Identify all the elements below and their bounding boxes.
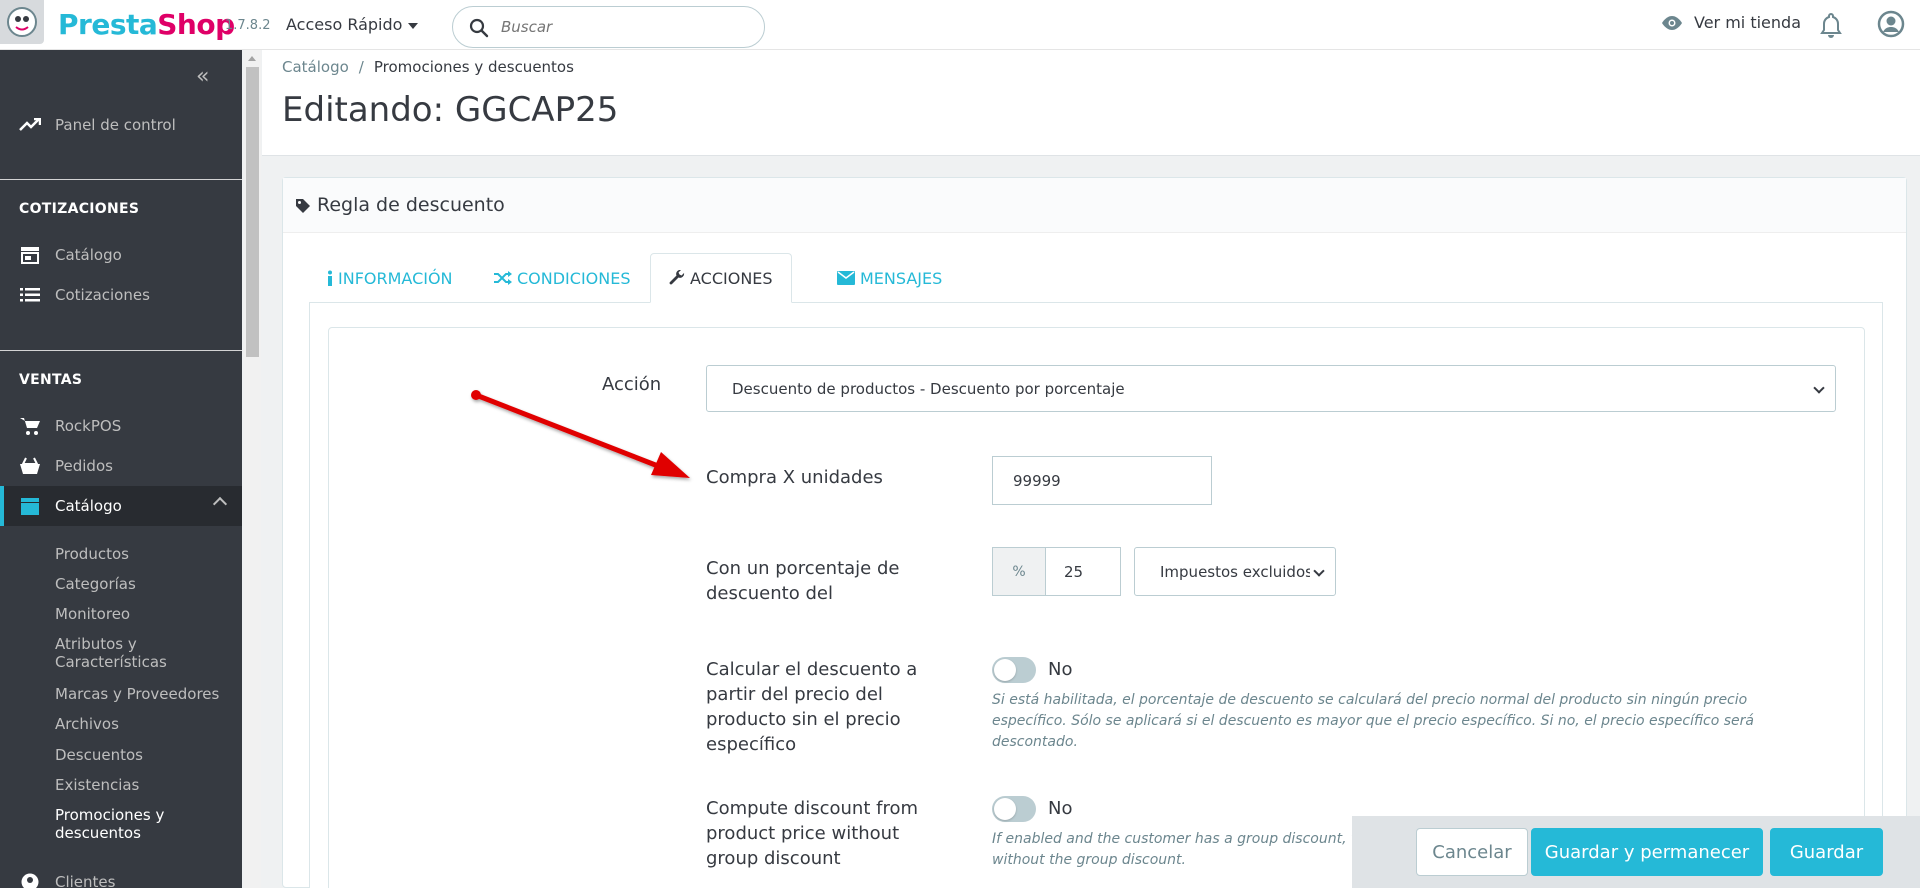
basket-icon	[19, 455, 41, 477]
quick-access-dropdown[interactable]: Acceso Rápido	[286, 15, 419, 34]
breadcrumb: Catálogo / Promociones y descuentos	[282, 58, 574, 76]
sidebar-subitem[interactable]: Marcas y Proveedores	[55, 685, 219, 703]
save-and-stay-button[interactable]: Guardar y permanecer	[1531, 828, 1763, 876]
action-select[interactable]: Descuento de productos - Descuento por p…	[706, 365, 1836, 412]
eye-icon	[1662, 15, 1682, 30]
scrollbar-thumb[interactable]	[246, 67, 259, 357]
search-icon	[469, 18, 489, 38]
percent-input[interactable]: 25	[1045, 547, 1121, 596]
search-input[interactable]	[501, 15, 751, 39]
sidebar-divider	[0, 350, 242, 351]
chevron-down-icon	[1813, 382, 1825, 394]
cancel-button[interactable]: Cancelar	[1416, 828, 1528, 876]
group-help-text-1: If enabled and the customer has a group …	[992, 831, 1374, 847]
list-icon	[19, 284, 41, 306]
page-header: Catálogo / Promociones y descuentos Editan…	[262, 50, 1920, 156]
sidebar-subitem[interactable]: Atributos y Características	[55, 635, 225, 671]
sidebar-scrollbar[interactable]	[244, 50, 261, 888]
save-button[interactable]: Guardar	[1770, 828, 1883, 876]
tab-messages[interactable]: MENSAJES	[819, 253, 960, 303]
tax-select[interactable]: Impuestos excluidos	[1134, 547, 1336, 596]
logo-mark-icon	[0, 0, 44, 44]
tab-actions[interactable]: ACCIONES	[650, 253, 792, 303]
sidebar-divider	[0, 179, 242, 180]
cart-icon	[19, 415, 41, 437]
random-icon	[494, 271, 512, 285]
user-avatar-icon[interactable]	[1877, 10, 1905, 42]
buy-x-label: Compra X unidades	[706, 467, 883, 488]
search-box[interactable]	[452, 6, 765, 48]
view-store-link[interactable]: Ver mi tienda	[1660, 13, 1801, 32]
sidebar-item-orders[interactable]: Pedidos	[0, 446, 242, 486]
logo[interactable]: PrestaShop	[0, 0, 235, 50]
sidebar-item-customers[interactable]: Clientes	[0, 862, 242, 888]
chevron-down-icon	[1313, 565, 1325, 577]
sidebar-subitem-current[interactable]: Promociones y descuentos	[55, 806, 195, 842]
logo-text: PrestaShop	[58, 8, 235, 41]
version-label: 1.7.8.2	[225, 18, 271, 33]
top-header: PrestaShop 1.7.8.2 Acceso Rápido Ver mi …	[0, 0, 1920, 50]
breadcrumb-current: Promociones y descuentos	[373, 58, 574, 76]
sidebar-subitem[interactable]: Existencias	[55, 776, 139, 794]
group-help-text-2: without the group discount.	[992, 852, 1186, 868]
wrench-icon	[669, 270, 685, 285]
panel-title: Regla de descuento	[317, 194, 505, 216]
sidebar-subitem[interactable]: Categorías	[55, 575, 136, 593]
envelope-icon	[837, 271, 855, 285]
sidebar-subitem[interactable]: Monitoreo	[55, 605, 130, 623]
breadcrumb-parent[interactable]: Catálogo	[282, 58, 349, 76]
sidebar-item-quotes-catalog[interactable]: Catálogo	[0, 235, 242, 275]
sidebar-subitem[interactable]: Productos	[55, 545, 129, 563]
calc-toggle[interactable]	[992, 657, 1036, 683]
trending-up-icon	[19, 114, 41, 136]
sidebar-subitem[interactable]: Descuentos	[55, 746, 143, 764]
group-discount-label: Compute discount from product price with…	[706, 798, 919, 869]
sidebar-item-rockpos[interactable]: RockPOS	[0, 406, 242, 446]
tag-icon	[296, 199, 310, 213]
calc-label: Calcular el descuento a partir del preci…	[706, 659, 918, 755]
collapse-sidebar-icon[interactable]: «	[196, 64, 209, 89]
group-toggle-label: No	[1048, 798, 1073, 819]
action-label: Acción	[602, 374, 662, 395]
tab-conditions[interactable]: CONDICIONES	[476, 253, 649, 303]
tab-information[interactable]: INFORMACIÓN	[309, 253, 471, 303]
sidebar-item-quotes[interactable]: Cotizaciones	[0, 275, 242, 315]
discount-rule-panel: Regla de descuento INFORMACIÓN CONDICION…	[282, 177, 1907, 888]
group-discount-toggle[interactable]	[992, 796, 1036, 822]
person-icon	[19, 871, 41, 888]
chevron-up-icon	[212, 496, 228, 512]
info-icon	[328, 270, 332, 286]
page-title: Editando: GGCAP25	[282, 90, 619, 130]
sidebar-section-sales: VENTAS	[19, 372, 83, 388]
view-store-label: Ver mi tienda	[1694, 13, 1801, 32]
scroll-up-icon[interactable]	[248, 56, 256, 61]
store-icon	[19, 495, 41, 517]
store-icon	[19, 244, 41, 266]
buy-x-input[interactable]: 99999	[992, 456, 1212, 505]
percent-label: Con un porcentaje de descuento del	[706, 558, 900, 604]
percent-addon: %	[992, 547, 1045, 596]
sidebar: « Panel de control COTIZACIONES Catálogo…	[0, 50, 242, 888]
sidebar-item-catalog[interactable]: Catálogo	[0, 486, 242, 526]
calc-help-text: Si está habilitada, el porcentaje de des…	[992, 692, 1755, 750]
panel-heading: Regla de descuento	[283, 178, 1906, 233]
sidebar-subitem[interactable]: Archivos	[55, 715, 119, 733]
calc-toggle-label: No	[1048, 659, 1073, 680]
caret-down-icon	[408, 22, 419, 29]
sidebar-section-quotes: COTIZACIONES	[19, 201, 140, 217]
sidebar-item-dashboard[interactable]: Panel de control	[0, 105, 242, 145]
bell-icon[interactable]	[1820, 12, 1842, 42]
